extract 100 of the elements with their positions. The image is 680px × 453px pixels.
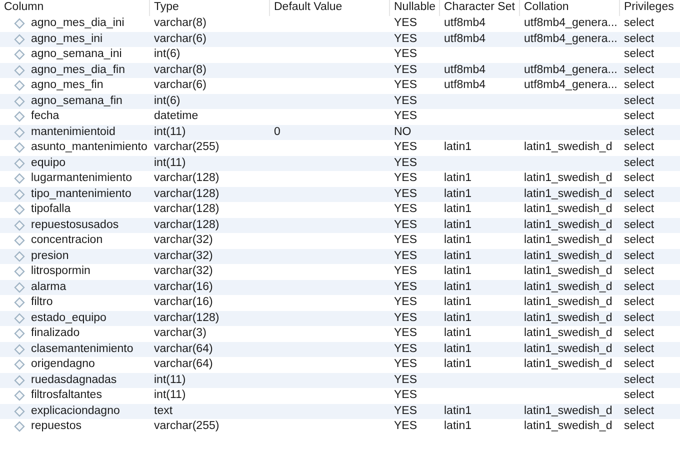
table-cell: latin1_swedish_d xyxy=(524,186,612,202)
column-header[interactable]: Collation xyxy=(524,0,569,17)
table-cell: select xyxy=(624,171,654,186)
table-cell: varchar(8) xyxy=(154,62,206,78)
column-header[interactable]: Column xyxy=(4,0,44,17)
table-cell: select xyxy=(624,32,654,47)
table-cell: latin1 xyxy=(444,233,472,248)
table-cell: YES xyxy=(394,280,418,295)
table-cell: varchar(255) xyxy=(154,419,220,434)
table-cell: latin1 xyxy=(444,140,472,156)
table-cell: latin1 xyxy=(444,280,472,295)
table-cell: utf8mb4 xyxy=(444,62,486,78)
table-cell: select xyxy=(624,419,654,434)
table-cell: explicaciondagno xyxy=(31,404,120,419)
table-cell: utf8mb4 xyxy=(444,78,486,94)
table-cell: select xyxy=(624,280,654,295)
table-cell: varchar(6) xyxy=(154,78,206,94)
table-cell: select xyxy=(624,218,654,233)
table-cell: varchar(32) xyxy=(154,233,213,248)
table-cell: select xyxy=(624,264,654,280)
column-header[interactable]: Character Set xyxy=(444,0,515,17)
table-cell: utf8mb4_genera... xyxy=(524,62,618,78)
table-cell: origendagno xyxy=(31,357,95,372)
table-cell: select xyxy=(624,404,654,419)
table-cell: select xyxy=(624,124,654,140)
table-cell: YES xyxy=(394,218,418,233)
table-cell: mantenimientoid xyxy=(31,124,116,140)
table-cell: varchar(64) xyxy=(154,357,213,372)
table-cell: NO xyxy=(394,124,412,140)
table-cell: latin1_swedish_d xyxy=(524,233,612,248)
table-cell: YES xyxy=(394,342,418,357)
table-cell: latin1 xyxy=(444,310,472,326)
table-cell: YES xyxy=(394,233,418,248)
table-cell: utf8mb4_genera... xyxy=(524,16,618,32)
table-cell: select xyxy=(624,248,654,264)
column-header[interactable]: Type xyxy=(154,0,179,17)
column-header[interactable]: Privileges xyxy=(624,0,674,17)
table-cell: datetime xyxy=(154,109,198,124)
table-cell: YES xyxy=(394,248,418,264)
table-cell: select xyxy=(624,94,654,109)
table-cell: concentracion xyxy=(31,233,103,248)
table-cell: latin1_swedish_d xyxy=(524,171,612,186)
table-cell: YES xyxy=(394,109,418,124)
table-cell: latin1_swedish_d xyxy=(524,295,612,310)
table-cell: int(6) xyxy=(154,47,180,62)
table-cell: agno_semana_fin xyxy=(31,94,122,109)
table-cell: YES xyxy=(394,202,418,218)
table-cell: agno_mes_fin xyxy=(31,78,104,94)
table-cell: agno_mes_dia_fin xyxy=(31,62,125,78)
table-cell: latin1_swedish_d xyxy=(524,248,612,264)
table-cell: latin1 xyxy=(444,404,472,419)
table-cell: varchar(16) xyxy=(154,295,213,310)
table-cell: YES xyxy=(394,388,418,404)
table-cell: latin1 xyxy=(444,248,472,264)
table-cell: select xyxy=(624,109,654,124)
table-cell: YES xyxy=(394,372,418,388)
table-cell: select xyxy=(624,233,654,248)
table-cell: select xyxy=(624,342,654,357)
table-cell: latin1_swedish_d xyxy=(524,404,612,419)
table-cell: repuestos xyxy=(31,419,82,434)
table-cell: latin1_swedish_d xyxy=(524,326,612,342)
table-cell: varchar(3) xyxy=(154,326,206,342)
table-cell: ruedasdagnadas xyxy=(31,372,117,388)
table-cell: filtrosfaltantes xyxy=(31,388,102,404)
table-cell: latin1_swedish_d xyxy=(524,202,612,218)
column-header[interactable]: Nullable xyxy=(394,0,436,17)
table-cell: latin1 xyxy=(444,342,472,357)
table-cell: varchar(128) xyxy=(154,171,220,186)
table-cell: equipo xyxy=(31,156,66,171)
table-cell: YES xyxy=(394,32,418,47)
table-cell: latin1 xyxy=(444,419,472,434)
table-cell: latin1_swedish_d xyxy=(524,218,612,233)
table-cell: latin1 xyxy=(444,326,472,342)
table-cell: YES xyxy=(394,186,418,202)
table-cell: YES xyxy=(394,264,418,280)
table-cell: lugarmantenimiento xyxy=(31,171,132,186)
table-cell: varchar(6) xyxy=(154,32,206,47)
column-header[interactable]: Default Value xyxy=(274,0,342,17)
table-cell: latin1 xyxy=(444,264,472,280)
table-cell: latin1_swedish_d xyxy=(524,342,612,357)
table-cell: latin1 xyxy=(444,295,472,310)
table-cell: latin1_swedish_d xyxy=(524,419,612,434)
table-cell: latin1_swedish_d xyxy=(524,264,612,280)
table-cell: latin1_swedish_d xyxy=(524,310,612,326)
table-cell: latin1 xyxy=(444,357,472,372)
table-cell: text xyxy=(154,404,173,419)
table-cell: YES xyxy=(394,310,418,326)
table-cell: select xyxy=(624,310,654,326)
table-cell: select xyxy=(624,156,654,171)
table-cell: agno_mes_dia_ini xyxy=(31,16,124,32)
table-cell: latin1 xyxy=(444,202,472,218)
table-cell: presion xyxy=(31,248,69,264)
table-cell: YES xyxy=(394,404,418,419)
table-cell: int(11) xyxy=(154,372,186,388)
table-cell: select xyxy=(624,140,654,156)
table-cell: agno_mes_ini xyxy=(31,32,103,47)
table-cell: select xyxy=(624,62,654,78)
table-cell: latin1_swedish_d xyxy=(524,357,612,372)
table-cell: utf8mb4_genera... xyxy=(524,32,618,47)
table-cell: fecha xyxy=(31,109,60,124)
